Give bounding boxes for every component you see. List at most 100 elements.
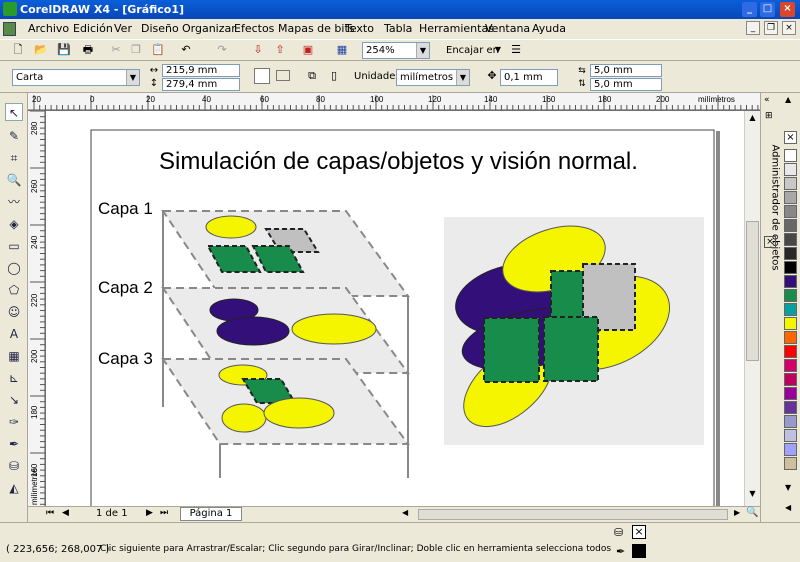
palette-swatch[interactable] — [784, 275, 797, 288]
undo-icon[interactable]: ↶ — [178, 42, 194, 58]
docker-pin-icon[interactable]: ⊞ — [765, 111, 773, 121]
all-pages-icon[interactable]: ⧉ — [304, 68, 320, 84]
palette-swatch[interactable] — [784, 415, 797, 428]
chevron-down-icon[interactable]: ▼ — [490, 42, 506, 58]
ellipse-tool-icon[interactable]: ◯ — [5, 259, 23, 277]
palette-swatch[interactable] — [784, 317, 797, 330]
units-select[interactable]: milímetros ▼ — [396, 69, 470, 86]
palette-swatch[interactable] — [784, 429, 797, 442]
palette-swatch[interactable] — [784, 177, 797, 190]
menu-texto[interactable]: Texto — [345, 22, 374, 35]
palette-swatch[interactable] — [784, 191, 797, 204]
duplicate-y-input[interactable]: 5,0 mm — [590, 78, 662, 91]
palette-swatch[interactable] — [784, 331, 797, 344]
save-icon[interactable]: 💾 — [56, 42, 72, 58]
docker-collapse-icon[interactable]: « — [764, 95, 770, 105]
outline-color-swatch[interactable] — [632, 544, 646, 558]
vertical-scrollbar[interactable]: ▲ ▼ — [744, 111, 760, 506]
open-icon[interactable]: 📂 — [33, 42, 49, 58]
zoom-level-select[interactable]: 254% ▼ — [362, 42, 430, 59]
welcome-icon[interactable]: ▦ — [334, 42, 350, 58]
palette-swatch[interactable] — [784, 261, 797, 274]
zoom-navigator-icon[interactable]: 🔍 — [746, 507, 758, 518]
paste-icon[interactable]: 📋 — [150, 42, 166, 58]
no-color-swatch[interactable]: × — [784, 131, 797, 144]
interactive-fill-icon[interactable]: ◭ — [5, 479, 23, 497]
dimension-tool-icon[interactable]: ⊾ — [5, 369, 23, 387]
palette-swatch[interactable] — [784, 233, 797, 246]
print-icon[interactable]: 🖶 — [80, 42, 96, 58]
drawing-canvas[interactable]: Simulación de capas/objetos y visión nor… — [46, 111, 744, 506]
connector-tool-icon[interactable]: ↘ — [5, 391, 23, 409]
text-tool-icon[interactable]: A — [5, 325, 23, 343]
scroll-right-icon[interactable]: ▶ — [734, 508, 740, 517]
scroll-left-icon[interactable]: ◀ — [402, 508, 408, 517]
pick-tool-icon[interactable]: ↖ — [5, 103, 23, 121]
palette-flyout-icon[interactable]: ◀ — [785, 503, 791, 512]
palette-swatch[interactable] — [784, 247, 797, 260]
palette-swatch[interactable] — [784, 289, 797, 302]
portrait-icon[interactable] — [254, 68, 270, 84]
freehand-tool-icon[interactable]: 〰 — [5, 193, 23, 211]
minimize-button[interactable]: _ — [742, 2, 757, 17]
scroll-thumb[interactable] — [746, 221, 759, 361]
export-icon[interactable]: ⇧ — [272, 42, 288, 58]
menu-archivo[interactable]: Archivo — [28, 22, 69, 35]
maximize-button[interactable]: □ — [760, 2, 775, 17]
menu-ayuda[interactable]: Ayuda — [532, 22, 566, 35]
menu-organizar[interactable]: Organizar — [182, 22, 236, 35]
menu-herramientas[interactable]: Herramientas — [419, 22, 494, 35]
menu-tabla[interactable]: Tabla — [384, 22, 412, 35]
page-height-input[interactable]: 279,4 mm — [162, 78, 240, 91]
current-page-icon[interactable]: ▯ — [326, 68, 342, 84]
duplicate-x-input[interactable]: 5,0 mm — [590, 64, 662, 77]
close-button[interactable]: × — [780, 2, 795, 17]
palette-swatch[interactable] — [784, 205, 797, 218]
menu-ventana[interactable]: Ventana — [485, 22, 530, 35]
page-width-input[interactable]: 215,9 mm — [162, 64, 240, 77]
palette-swatch[interactable] — [784, 163, 797, 176]
fill-tool-icon[interactable]: ⛁ — [5, 457, 23, 475]
redo-icon[interactable]: ↷ — [214, 42, 230, 58]
palette-swatch[interactable] — [784, 359, 797, 372]
palette-swatch[interactable] — [784, 457, 797, 470]
menu-efectos[interactable]: Efectos — [234, 22, 274, 35]
cut-icon[interactable]: ✂ — [108, 42, 124, 58]
doc-close-button[interactable]: × — [782, 21, 796, 35]
eyedropper-tool-icon[interactable]: ✑ — [5, 413, 23, 431]
palette-swatch[interactable] — [784, 443, 797, 456]
nudge-distance-input[interactable]: 0,1 mm — [500, 69, 558, 86]
outline-tool-icon[interactable]: ✒ — [5, 435, 23, 453]
first-page-icon[interactable]: ⏮ — [46, 508, 54, 518]
palette-scroll-up-icon[interactable]: ▲ — [785, 95, 791, 104]
hscroll-thumb[interactable] — [418, 509, 728, 520]
prev-page-icon[interactable]: ◀ — [62, 508, 69, 518]
doc-restore-button[interactable]: ❐ — [764, 21, 778, 35]
palette-swatch[interactable] — [784, 401, 797, 414]
page-tab[interactable]: Página 1 — [180, 507, 242, 521]
scroll-down-icon[interactable]: ▼ — [746, 489, 759, 502]
palette-swatch[interactable] — [784, 303, 797, 316]
horizontal-ruler[interactable]: 20 0 20 40 60 80 100 120 140 160 180 200… — [28, 93, 760, 111]
landscape-icon[interactable] — [276, 70, 290, 81]
menu-edicion[interactable]: Edición — [73, 22, 113, 35]
menu-diseno[interactable]: Diseño — [141, 22, 179, 35]
menu-ver[interactable]: Ver — [114, 22, 132, 35]
polygon-tool-icon[interactable]: ⬠ — [5, 281, 23, 299]
paper-type-select[interactable]: Carta ▼ — [12, 69, 140, 86]
basic-shapes-icon[interactable]: ☺ — [5, 303, 23, 321]
copy-icon[interactable]: ❐ — [128, 42, 144, 58]
palette-swatch[interactable] — [784, 373, 797, 386]
menu-mapas-de-bits[interactable]: Mapas de bits — [278, 22, 355, 35]
next-page-icon[interactable]: ▶ — [146, 508, 153, 518]
rectangle-tool-icon[interactable]: ▭ — [5, 237, 23, 255]
zoom-tool-icon[interactable]: 🔍 — [5, 171, 23, 189]
table-tool-icon[interactable]: ▦ — [5, 347, 23, 365]
smart-fill-icon[interactable]: ◈ — [5, 215, 23, 233]
fill-none-swatch[interactable]: × — [632, 525, 646, 539]
scroll-up-icon[interactable]: ▲ — [746, 113, 759, 126]
options-icon[interactable]: ☰ — [508, 42, 524, 58]
palette-swatch[interactable] — [784, 149, 797, 162]
palette-swatch[interactable] — [784, 387, 797, 400]
new-icon[interactable]: 🗋 — [10, 42, 26, 58]
